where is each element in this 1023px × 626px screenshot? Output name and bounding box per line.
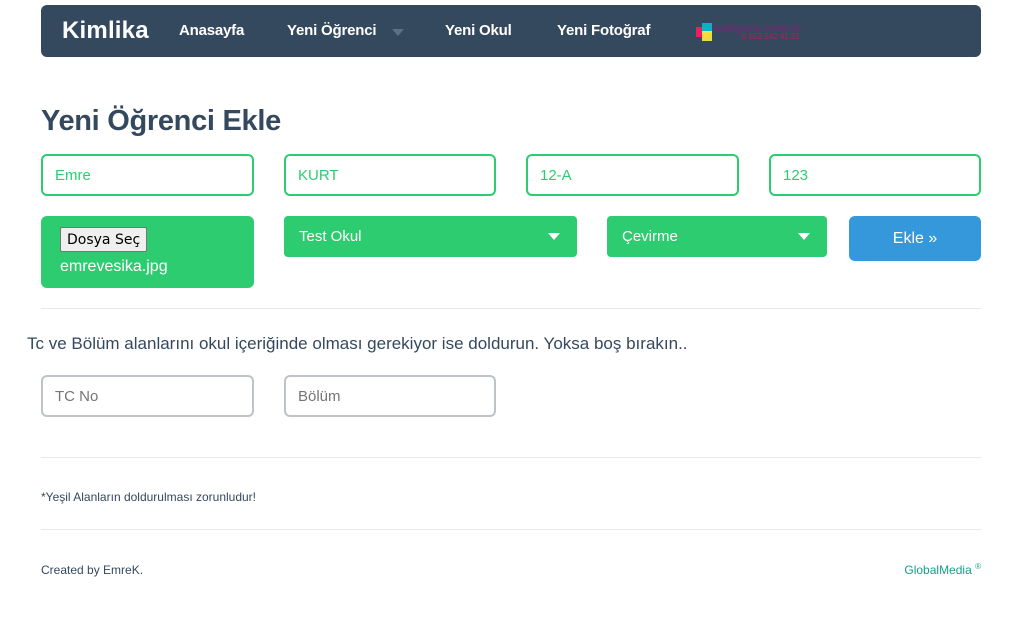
chevron-down-icon[interactable] xyxy=(392,29,404,36)
add-button[interactable]: Ekle » xyxy=(849,216,981,261)
file-name: emrevesika.jpg xyxy=(60,258,168,275)
sponsor-logo: ludiguru.com.tr 0 552 542 41 31 xyxy=(696,21,814,43)
chevron-down-icon xyxy=(798,233,810,240)
footer-company-name[interactable]: GlobalMedia xyxy=(904,563,971,577)
tc-no-field[interactable] xyxy=(41,375,254,417)
first-name-field[interactable] xyxy=(41,154,254,196)
navbar: Kimlika Anasayfa Yeni Öğrenci Yeni Okul … xyxy=(41,5,981,57)
brand-logo[interactable]: Kimlika xyxy=(62,17,149,45)
file-upload: Dosya Seç emrevesika.jpg xyxy=(41,216,254,288)
divider xyxy=(41,308,981,309)
chevron-down-icon xyxy=(548,233,560,240)
school-select[interactable]: Test Okul xyxy=(284,216,577,257)
footer-company-link[interactable]: GlobalMedia ® xyxy=(904,562,981,577)
last-name-field[interactable] xyxy=(284,154,496,196)
number-field[interactable] xyxy=(769,154,981,196)
nav-new-photo[interactable]: Yeni Fotoğraf xyxy=(557,22,650,39)
choose-file-button[interactable]: Dosya Seç xyxy=(60,227,148,252)
page-title: Yeni Öğrenci Ekle xyxy=(41,105,281,137)
divider xyxy=(41,457,981,458)
department-field[interactable] xyxy=(284,375,496,417)
info-text: Tc ve Bölüm alanlarını okul içeriğinde o… xyxy=(27,334,688,353)
nav-new-student[interactable]: Yeni Öğrenci xyxy=(287,22,377,39)
registered-mark: ® xyxy=(975,562,981,571)
nav-new-school[interactable]: Yeni Okul xyxy=(445,22,512,39)
type-select[interactable]: Çevirme xyxy=(607,216,827,257)
required-note: *Yeşil Alanların doldurulması zorunludur… xyxy=(41,490,257,504)
divider xyxy=(41,529,981,530)
class-field[interactable] xyxy=(526,154,739,196)
nav-home[interactable]: Anasayfa xyxy=(179,22,244,39)
type-select-value: Çevirme xyxy=(622,228,678,245)
sponsor-logo-phone: 0 552 542 41 31 xyxy=(742,32,800,41)
school-select-value: Test Okul xyxy=(299,228,362,245)
footer-credit: Created by EmreK. xyxy=(41,563,144,577)
